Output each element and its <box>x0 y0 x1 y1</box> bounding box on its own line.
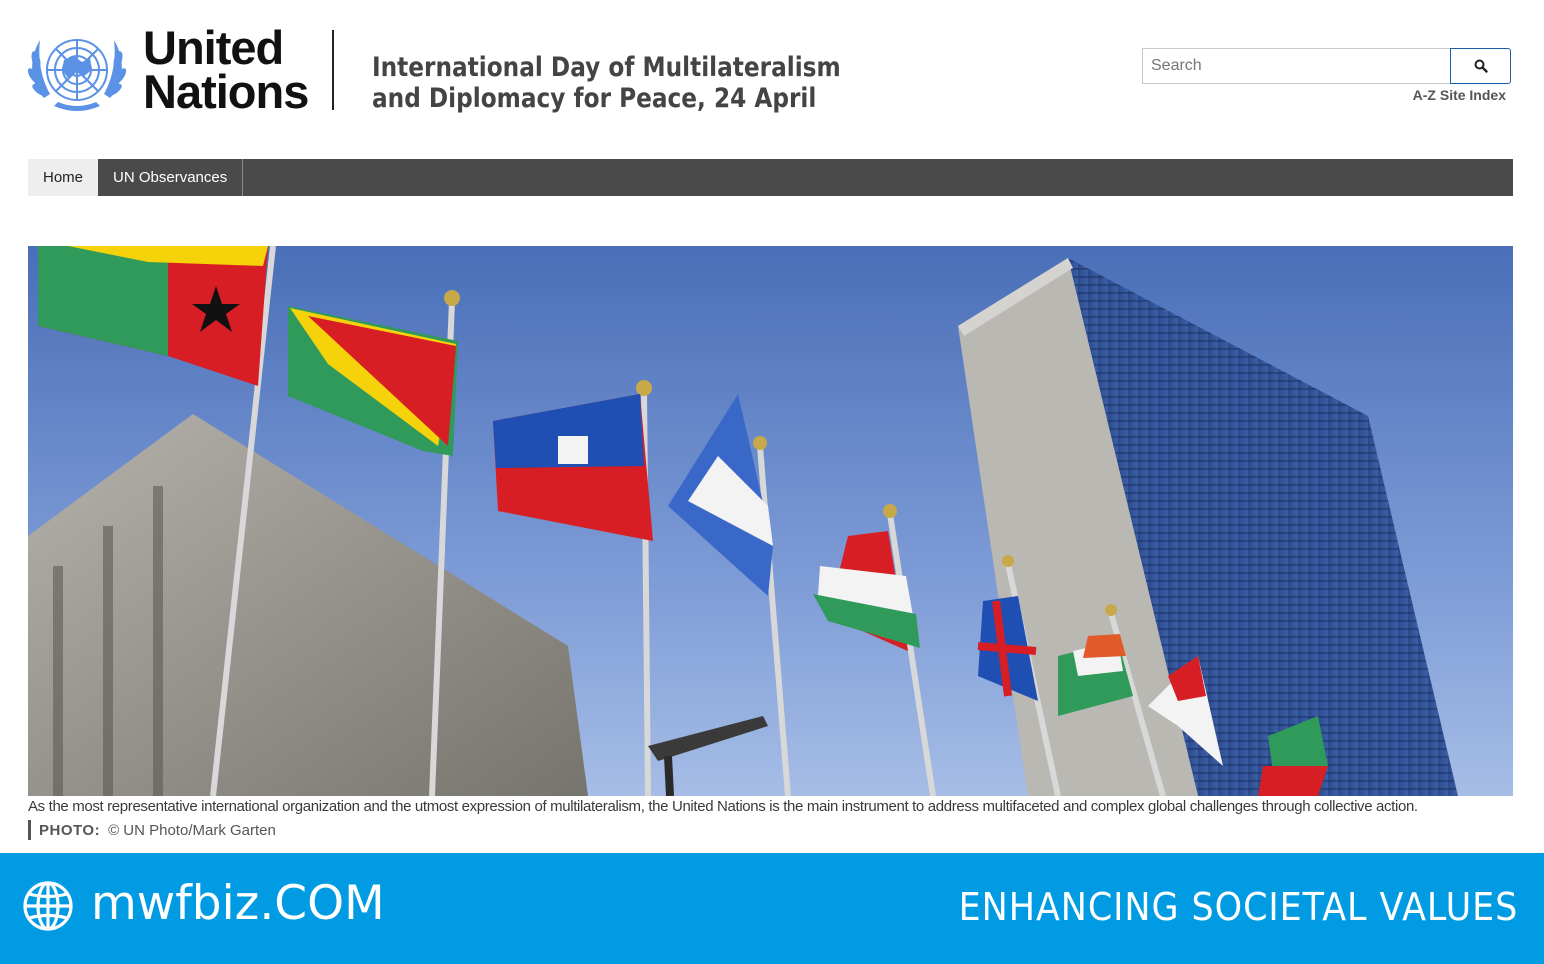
banner-site-name[interactable]: mwfbiz.COM <box>91 875 385 933</box>
hero-photo <box>28 246 1513 796</box>
un-emblem-logo[interactable] <box>24 26 130 116</box>
search-button[interactable] <box>1450 48 1511 84</box>
photo-credit-value: © UN Photo/Mark Garten <box>108 821 276 839</box>
page: United Nations International Day of Mult… <box>0 0 1544 964</box>
org-wordmark[interactable]: United Nations <box>143 21 309 118</box>
search-icon <box>1474 59 1488 73</box>
main-nav: Home UN Observances <box>28 159 1513 196</box>
org-name-line2: Nations <box>143 65 309 118</box>
org-name-line1: United <box>143 21 284 74</box>
page-title: International Day of Multilateralism and… <box>372 52 841 114</box>
promo-banner: mwfbiz.COM ENHANCING SOCIETAL VALUES <box>0 853 1544 964</box>
header-divider <box>332 30 334 110</box>
globe-icon <box>23 881 73 931</box>
nav-item-un-observances[interactable]: UN Observances <box>98 159 244 196</box>
photo-credit-label: PHOTO: <box>39 821 101 839</box>
search-input[interactable] <box>1142 48 1452 84</box>
az-site-index-link[interactable]: A-Z Site Index <box>1400 87 1506 103</box>
banner-tagline: ENHANCING SOCIETAL VALUES <box>958 885 1518 929</box>
photo-credit: PHOTO: © UN Photo/Mark Garten <box>28 820 276 840</box>
nav-item-home[interactable]: Home <box>28 159 99 196</box>
hero-caption: As the most representative international… <box>28 798 1418 815</box>
